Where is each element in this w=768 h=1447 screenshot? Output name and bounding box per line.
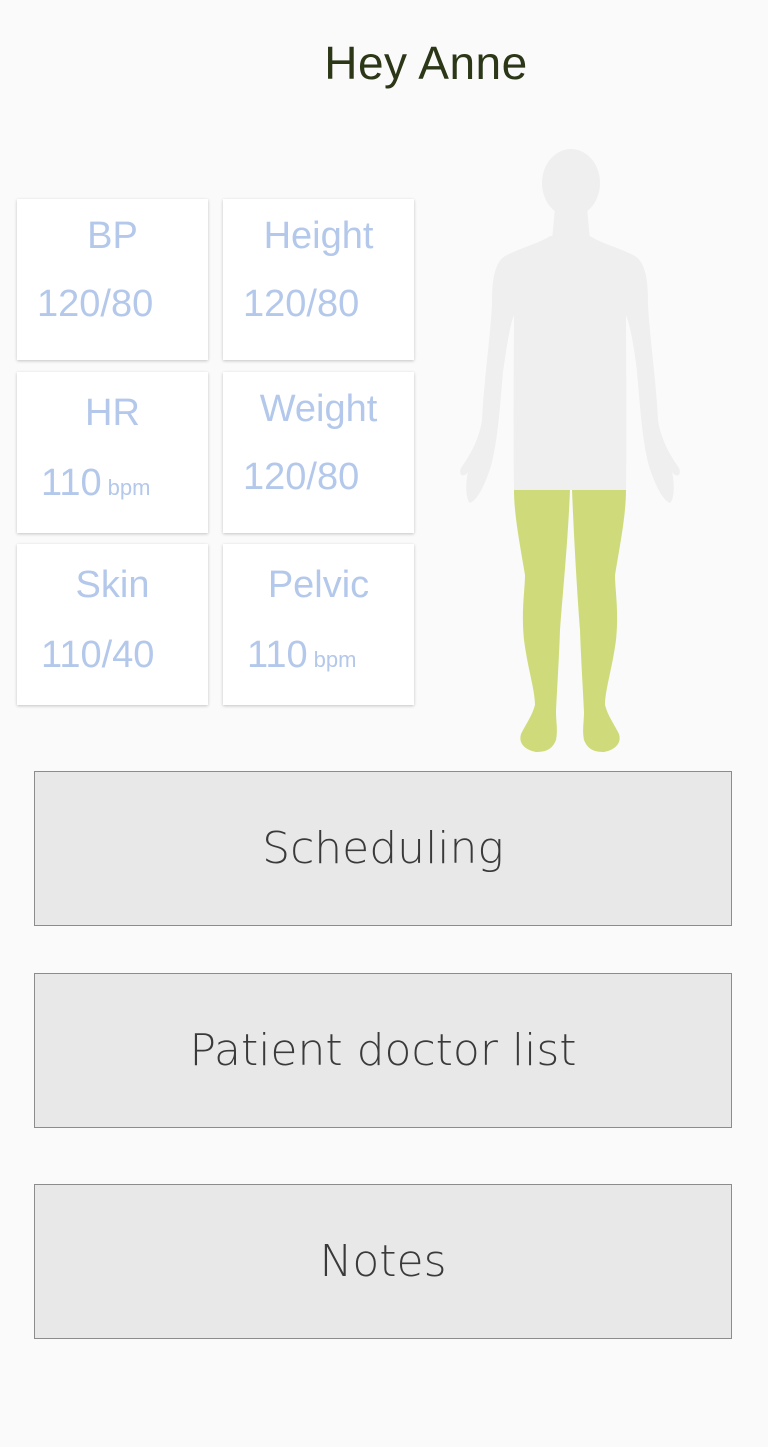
vital-label: Skin bbox=[75, 564, 150, 606]
vital-value: 120/80 bbox=[243, 456, 360, 498]
human-body-icon[interactable] bbox=[450, 140, 690, 760]
vital-value: 110 bpm bbox=[247, 634, 357, 676]
greeting-title: Hey Anne bbox=[324, 37, 528, 89]
scheduling-button[interactable]: Scheduling bbox=[34, 771, 732, 926]
vital-value: 110/40 bbox=[41, 634, 155, 676]
vital-card-skin[interactable]: Skin 110/40 bbox=[17, 544, 208, 705]
vital-card-weight[interactable]: Weight 120/80 bbox=[223, 372, 414, 533]
patient-doctor-list-button[interactable]: Patient doctor list bbox=[34, 973, 732, 1128]
vital-unit: bpm bbox=[107, 475, 151, 500]
vital-value: 120/80 bbox=[37, 283, 154, 325]
vital-unit: bpm bbox=[313, 647, 357, 672]
vital-label: Height bbox=[263, 215, 374, 257]
vital-label: BP bbox=[87, 215, 138, 257]
vital-value: 110 bpm bbox=[41, 462, 151, 504]
vital-label: HR bbox=[85, 392, 140, 434]
vital-label: Weight bbox=[259, 388, 378, 430]
vital-card-height[interactable]: Height 120/80 bbox=[223, 199, 414, 360]
vital-value: 120/80 bbox=[243, 283, 360, 325]
vital-card-pelvic[interactable]: Pelvic 110 bpm bbox=[223, 544, 414, 705]
vital-card-bp[interactable]: BP 120/80 bbox=[17, 199, 208, 360]
vital-card-hr[interactable]: HR 110 bpm bbox=[17, 372, 208, 533]
notes-button[interactable]: Notes bbox=[34, 1184, 732, 1339]
vital-label: Pelvic bbox=[267, 564, 370, 606]
